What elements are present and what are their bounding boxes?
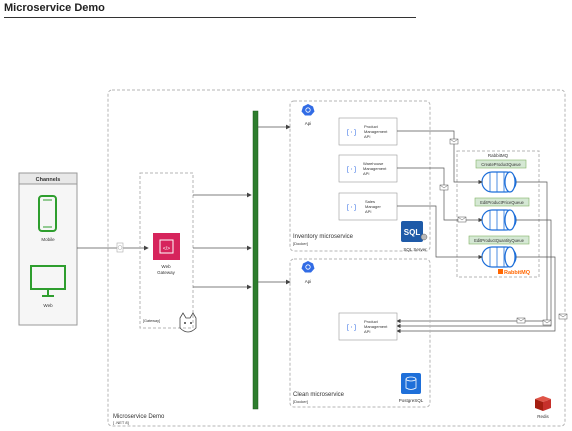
svg-text:[·]: [·] — [346, 324, 357, 331]
svg-text:API: API — [363, 171, 369, 176]
web-label: Web — [43, 303, 53, 308]
message-envelope-icon-3 — [457, 216, 467, 223]
queue-cylinder-price — [481, 209, 517, 231]
svg-text:EditProductPriceQueue: EditProductPriceQueue — [480, 200, 524, 205]
mobile-label: Mobile — [41, 237, 55, 242]
redis-icon — [535, 396, 551, 411]
quantity-queue-to-clean-api — [396, 256, 556, 334]
message-envelope-icon-2 — [439, 184, 449, 191]
edit-product-price-queue-label: EditProductPriceQueue — [474, 197, 530, 207]
gateway-label-line2: Gateway — [157, 270, 176, 275]
ocelot-icon — [179, 312, 197, 333]
clean-title: Clean microservice — [293, 392, 345, 398]
inventory-api-label: Api — [305, 121, 312, 126]
service-bus — [252, 110, 259, 410]
sales-manager-api-node: [·] Sales Manager API — [338, 192, 398, 221]
queue-cylinder-quantity — [481, 246, 517, 268]
message-envelope-icon-6 — [542, 319, 552, 326]
gateway-container-label: [Gateway] — [143, 319, 160, 323]
rabbitmq-title: RabbitMQ — [488, 153, 509, 158]
sql-server-icon: SQL — [401, 221, 428, 242]
svg-text:API: API — [364, 329, 370, 334]
svg-text:[·]: [·] — [346, 166, 357, 173]
postgresql-label: PostgreSQL — [399, 398, 424, 403]
channels-title: Channels — [36, 177, 61, 183]
message-envelope-icon-4 — [516, 317, 526, 324]
message-envelope-icon-5 — [558, 313, 568, 320]
svg-text:API: API — [364, 134, 370, 139]
warehouse-api-to-price-queue — [397, 167, 483, 223]
clean-product-management-api-node: [·] Product Management API — [338, 312, 398, 341]
svg-text:CreateProductQueue: CreateProductQueue — [481, 162, 521, 167]
svg-text:SQL: SQL — [404, 228, 421, 237]
warehouse-management-api-node: [·] Warehouse Management API — [338, 154, 398, 183]
rabbitmq-logo-icon — [498, 269, 503, 274]
svg-text:API: API — [365, 209, 371, 214]
svg-text:</>: </> — [163, 246, 170, 252]
svg-text:[·]: [·] — [346, 204, 357, 211]
product-api-to-create-queue — [397, 130, 483, 185]
svg-text:EditProductQuantityQueue: EditProductQuantityQueue — [474, 238, 524, 243]
gateway-icon: </> — [153, 233, 180, 260]
message-envelope-icon-1 — [449, 138, 459, 145]
architecture-diagram: Microservice Demo [ .NET 8] Channels Mob… — [18, 89, 568, 427]
create-product-queue-label: CreateProductQueue — [475, 159, 527, 169]
clean-api-label: Api — [305, 279, 312, 284]
clean-subtitle: [Docker] — [293, 399, 308, 404]
svg-text:[·]: [·] — [346, 129, 357, 136]
inventory-subtitle: [Docker] — [293, 241, 308, 246]
gateway-label-line1: Web — [161, 264, 171, 269]
queue-cylinder-create — [481, 171, 517, 193]
kubernetes-icon — [301, 261, 315, 273]
inventory-title: Inventory microservice — [293, 234, 354, 240]
sql-server-label: SQL Server — [403, 247, 427, 252]
web-traffic-icon — [116, 242, 124, 253]
outer-subtitle: [ .NET 8] — [113, 420, 129, 425]
edit-product-quantity-queue-label: EditProductQuantityQueue — [468, 235, 530, 245]
product-management-api-node: [·] Product Management API — [338, 117, 398, 146]
redis-label: Redis — [537, 414, 549, 419]
rabbitmq-logo-text: RabbitMQ — [504, 270, 531, 276]
postgresql-icon — [401, 373, 421, 394]
kubernetes-icon — [301, 104, 315, 116]
